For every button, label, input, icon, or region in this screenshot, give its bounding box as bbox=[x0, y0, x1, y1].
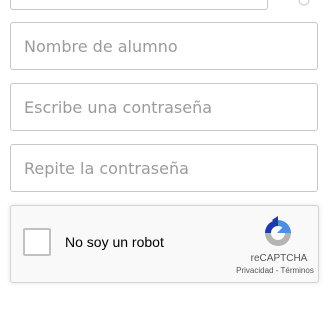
repeat-password-input[interactable] bbox=[11, 145, 317, 191]
recaptcha-label: No soy un robot bbox=[65, 234, 164, 250]
recaptcha-checkbox[interactable] bbox=[23, 228, 51, 256]
help-icon bbox=[298, 0, 310, 6]
recaptcha-links: Privacidad - Términos bbox=[225, 266, 325, 275]
username-input[interactable] bbox=[11, 23, 317, 69]
recaptcha-widget: No soy un robot reCAPTCHA Privacidad - T… bbox=[10, 205, 319, 283]
username-field[interactable] bbox=[10, 22, 318, 70]
password-input[interactable] bbox=[11, 84, 317, 130]
terms-link[interactable]: Términos bbox=[280, 266, 313, 275]
password-field[interactable] bbox=[10, 83, 318, 131]
recaptcha-logo-icon bbox=[265, 216, 291, 246]
privacy-link[interactable]: Privacidad bbox=[236, 266, 273, 275]
recaptcha-brand: reCAPTCHA bbox=[250, 253, 308, 264]
previous-field[interactable] bbox=[10, 0, 268, 10]
repeat-password-field[interactable] bbox=[10, 144, 318, 192]
